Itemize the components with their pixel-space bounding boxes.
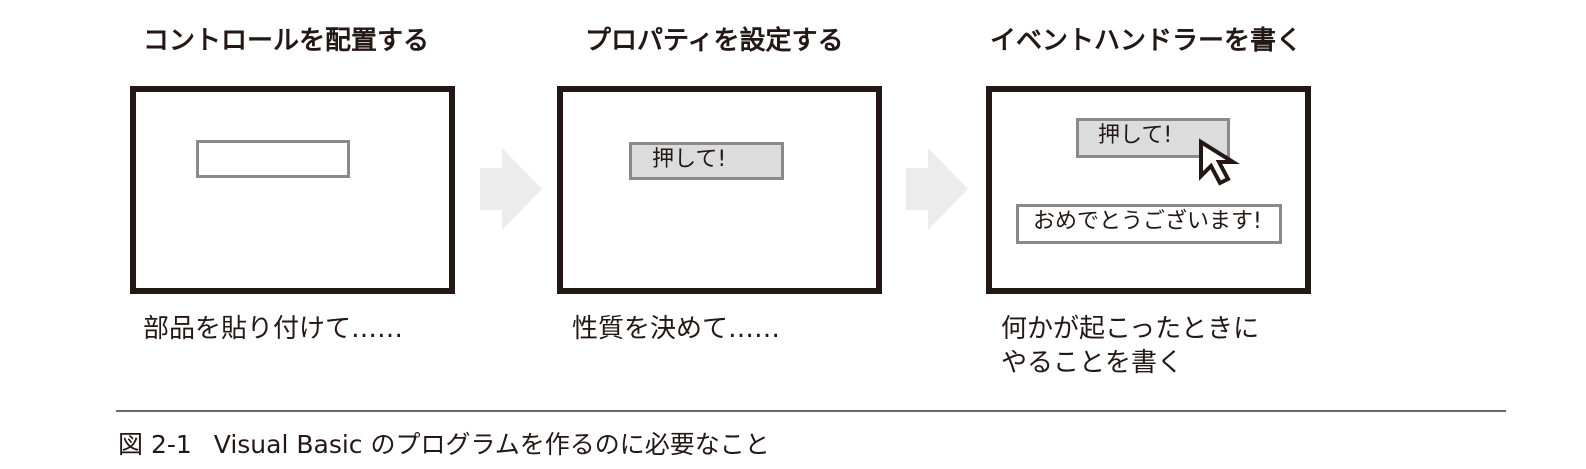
step-1-title: コントロールを配置する [143, 26, 430, 56]
right-arrow-icon [906, 148, 968, 230]
figure-caption: 図 2-1 Visual Basic のプログラムを作るのに必要なこと [118, 425, 770, 461]
mouse-pointer-icon [1199, 138, 1240, 186]
step-3-window: 押して! おめでとうございます! [986, 86, 1311, 294]
empty-button-control [196, 140, 350, 178]
step-3-caption-line-1: 何かが起こったときに [1001, 314, 1260, 344]
labeled-button-control: 押して! [629, 142, 784, 180]
step-1-window [130, 86, 455, 294]
step-3-caption-line-2: やることを書く [1001, 348, 1184, 378]
figure-number: 図 2-1 [118, 430, 192, 459]
step-2-caption: 性質を決めて…… [572, 314, 781, 344]
right-arrow-icon [480, 148, 542, 230]
step-3-title: イベントハンドラーを書く [990, 26, 1303, 56]
step-2-title: プロパティを設定する [585, 26, 844, 56]
caption-divider [116, 410, 1506, 412]
step-1-caption: 部品を貼り付けて…… [143, 314, 404, 344]
step-2-window: 押して! [557, 86, 882, 294]
output-label-control: おめでとうございます! [1016, 204, 1282, 244]
figure-caption-text: Visual Basic のプログラムを作るのに必要なこと [213, 430, 770, 459]
